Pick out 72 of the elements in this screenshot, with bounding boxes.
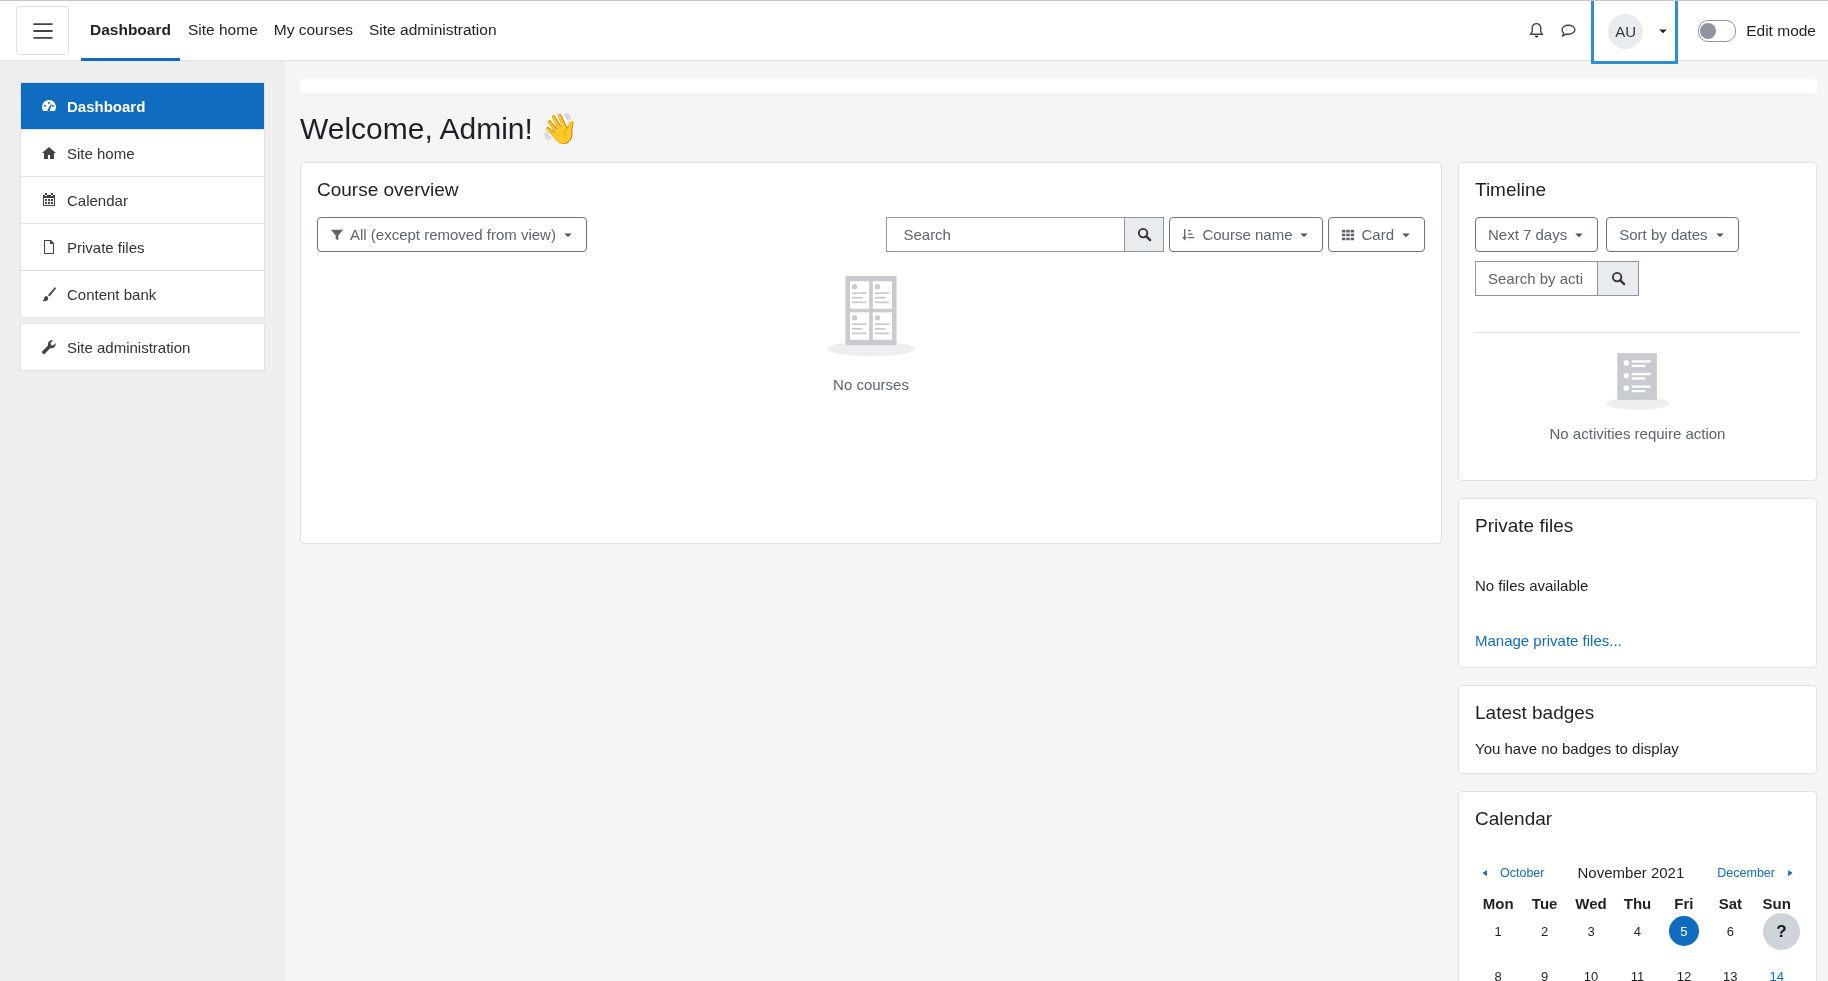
calendar-day[interactable]: 8 — [1483, 961, 1514, 981]
right-triangle-icon — [1785, 867, 1795, 878]
sidebar-item[interactable]: Private files — [21, 223, 264, 270]
sidebar-item[interactable]: Site home — [21, 129, 264, 176]
sidebar-item[interactable]: Site administration — [21, 324, 264, 370]
card-title: Latest badges — [1475, 702, 1596, 724]
calendar-day[interactable]: 3 — [1576, 916, 1607, 946]
search-icon — [1610, 271, 1626, 286]
gauge-icon — [41, 98, 57, 114]
empty-message: No activities require action — [1549, 425, 1726, 442]
search-button[interactable] — [1124, 217, 1165, 252]
file-icon — [41, 239, 57, 255]
search-field[interactable]: Search by acti — [1475, 261, 1597, 296]
sidebar-item[interactable]: Calendar — [21, 176, 264, 223]
card-title: Private files — [1475, 515, 1575, 537]
card-message: You have no badges to display — [1475, 740, 1680, 757]
weekday-header: Mon — [1481, 894, 1515, 914]
range-dropdown[interactable]: Next 7 days — [1475, 217, 1599, 252]
weekday-header: Wed — [1574, 894, 1608, 914]
avatar: AU — [1608, 13, 1644, 49]
edit-mode-label: Edit mode — [1746, 21, 1816, 40]
calendar-day[interactable]: 5 — [1668, 916, 1699, 946]
weekday-header: Sun — [1761, 894, 1792, 914]
calendar-day[interactable]: 6 — [1715, 916, 1746, 946]
view-dropdown[interactable]: Card — [1328, 217, 1425, 252]
manage-files-link[interactable]: Manage private files... — [1475, 632, 1622, 649]
calendar-day[interactable]: 13 — [1715, 961, 1746, 981]
weekday-header: Sat — [1717, 894, 1743, 914]
card-title: Course overview — [317, 179, 460, 201]
funnel-icon — [330, 227, 344, 242]
empty-message: No courses — [833, 376, 909, 393]
weekday-header: Tue — [1530, 894, 1559, 914]
left-triangle-icon — [1480, 867, 1490, 878]
edit-mode-toggle[interactable] — [1698, 19, 1737, 42]
previous-month-link[interactable]: October — [1480, 865, 1545, 880]
search-icon — [1136, 227, 1152, 242]
nav-link[interactable]: Site administration — [361, 1, 505, 61]
calendar-day[interactable]: 14 — [1761, 961, 1792, 981]
calendar-day[interactable]: 4 — [1622, 916, 1653, 946]
speech-bubble-icon — [1560, 22, 1578, 39]
nav-link[interactable]: My courses — [265, 1, 361, 61]
sidebar-item[interactable]: Dashboard — [21, 83, 264, 129]
sort-dropdown[interactable]: Sort by dates — [1606, 217, 1739, 252]
month-title: November 2021 — [1577, 864, 1685, 881]
card-message: No files available — [1475, 577, 1590, 594]
menu-button[interactable] — [16, 6, 69, 55]
user-menu-button[interactable]: AU — [1591, 1, 1679, 64]
wrench-icon — [41, 339, 57, 355]
calendar-day[interactable]: 11 — [1622, 961, 1653, 981]
calendar-day[interactable]: 1 — [1483, 916, 1514, 946]
page-heading: Welcome, Admin! 👋 — [300, 111, 580, 147]
card-title: Calendar — [1475, 808, 1554, 830]
card-title: Timeline — [1475, 179, 1548, 201]
sort-icon — [1182, 227, 1197, 242]
brush-icon — [41, 286, 57, 302]
sidebar-item[interactable]: Content bank — [21, 270, 264, 317]
calendar-day[interactable]: 9 — [1529, 961, 1560, 981]
weekday-header: Thu — [1622, 894, 1653, 914]
calendar-icon — [41, 192, 57, 208]
house-icon — [41, 145, 57, 161]
search-field[interactable]: Search — [886, 217, 1125, 252]
calendar-day[interactable]: 2 — [1529, 916, 1560, 946]
filter-dropdown[interactable]: All (except removed from view) — [317, 217, 587, 252]
search-button[interactable] — [1597, 261, 1639, 296]
calendar-day[interactable]: 10 — [1576, 961, 1607, 981]
sort-dropdown[interactable]: Course name — [1169, 217, 1324, 252]
bell-icon — [1528, 22, 1546, 39]
next-month-link[interactable]: December — [1717, 865, 1795, 880]
grid-icon — [1341, 227, 1356, 242]
nav-link[interactable]: Site home — [179, 1, 266, 61]
weekday-header: Fri — [1673, 894, 1695, 914]
calendar-day[interactable]: 12 — [1668, 961, 1699, 981]
